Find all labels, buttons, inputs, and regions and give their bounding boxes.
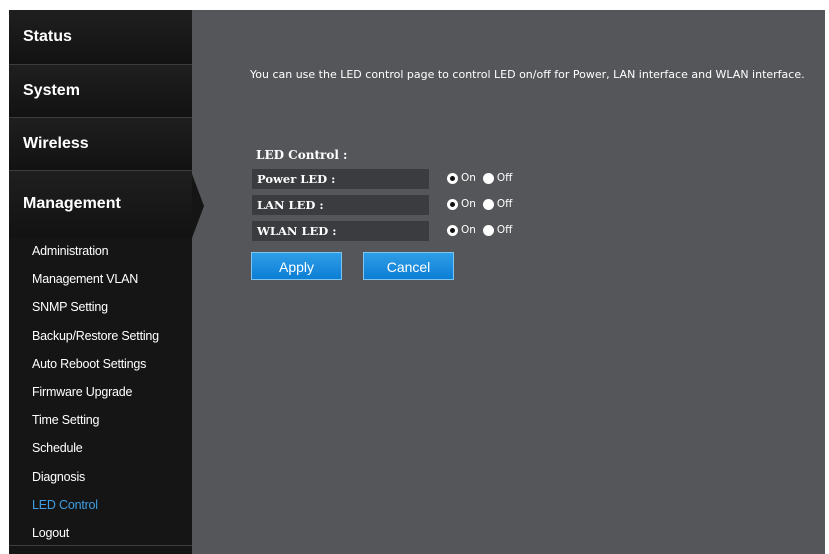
wlan-led-off-radio[interactable]: Off	[482, 224, 513, 236]
nav-management[interactable]: Management	[9, 171, 192, 237]
page-description: You can use the LED control page to cont…	[250, 68, 805, 81]
radio-unchecked-icon	[482, 198, 494, 210]
nav-management-label: Management	[23, 195, 121, 212]
radio-checked-icon	[447, 224, 458, 236]
power-led-on-radio[interactable]: On	[447, 172, 476, 184]
sidebar-item-time-setting[interactable]: Time Setting	[9, 406, 192, 434]
radio-on-label: On	[461, 172, 476, 184]
lan-led-label: LAN LED :	[252, 195, 429, 215]
nav-status-label: Status	[23, 28, 72, 45]
nav-wireless[interactable]: Wireless	[9, 118, 192, 171]
sidebar-item-schedule[interactable]: Schedule	[9, 434, 192, 462]
sidebar-item-snmp-setting[interactable]: SNMP Setting	[9, 293, 192, 321]
power-led-off-radio[interactable]: Off	[482, 172, 513, 184]
sidebar-item-diagnosis[interactable]: Diagnosis	[9, 463, 192, 491]
sidebar-item-led-control[interactable]: LED Control	[9, 491, 192, 519]
wlan-led-row: WLAN LED : On Off	[252, 221, 652, 241]
nav-system[interactable]: System	[9, 65, 192, 118]
radio-checked-icon	[447, 172, 458, 184]
apply-button[interactable]: Apply	[251, 252, 342, 280]
power-led-radios: On Off	[447, 172, 519, 184]
sidebar-item-administration[interactable]: Administration	[9, 237, 192, 265]
lan-led-row: LAN LED : On Off	[252, 195, 652, 215]
nav-system-label: System	[23, 82, 80, 99]
radio-unchecked-icon	[482, 172, 494, 184]
main-content: You can use the LED control page to cont…	[192, 10, 825, 554]
wlan-led-label: WLAN LED :	[252, 221, 429, 241]
sidebar-item-auto-reboot[interactable]: Auto Reboot Settings	[9, 350, 192, 378]
nav-status[interactable]: Status	[9, 10, 192, 65]
management-submenu: Administration Management VLAN SNMP Sett…	[9, 237, 192, 547]
lan-led-radios: On Off	[447, 198, 519, 210]
wlan-led-radios: On Off	[447, 224, 519, 236]
nav-wireless-label: Wireless	[23, 135, 89, 152]
radio-on-label: On	[461, 198, 476, 210]
sidebar-item-management-vlan[interactable]: Management VLAN	[9, 265, 192, 293]
sidebar-item-backup-restore[interactable]: Backup/Restore Setting	[9, 322, 192, 350]
wlan-led-on-radio[interactable]: On	[447, 224, 476, 236]
lan-led-off-radio[interactable]: Off	[482, 198, 513, 210]
radio-off-label: Off	[496, 198, 513, 210]
lan-led-on-radio[interactable]: On	[447, 198, 476, 210]
power-led-row: Power LED : On Off	[252, 169, 652, 189]
radio-on-label: On	[461, 224, 476, 236]
power-led-label: Power LED :	[252, 169, 429, 189]
sidebar: Status System Wireless Management Admini…	[9, 10, 192, 554]
cancel-button[interactable]: Cancel	[363, 252, 454, 280]
radio-off-label: Off	[496, 224, 513, 236]
sidebar-bottom-divider	[9, 545, 192, 554]
sidebar-item-logout[interactable]: Logout	[9, 519, 192, 547]
radio-unchecked-icon	[482, 224, 494, 236]
sidebar-item-firmware-upgrade[interactable]: Firmware Upgrade	[9, 378, 192, 406]
radio-off-label: Off	[496, 172, 513, 184]
section-title: LED Control :	[256, 148, 348, 162]
radio-checked-icon	[447, 198, 458, 210]
